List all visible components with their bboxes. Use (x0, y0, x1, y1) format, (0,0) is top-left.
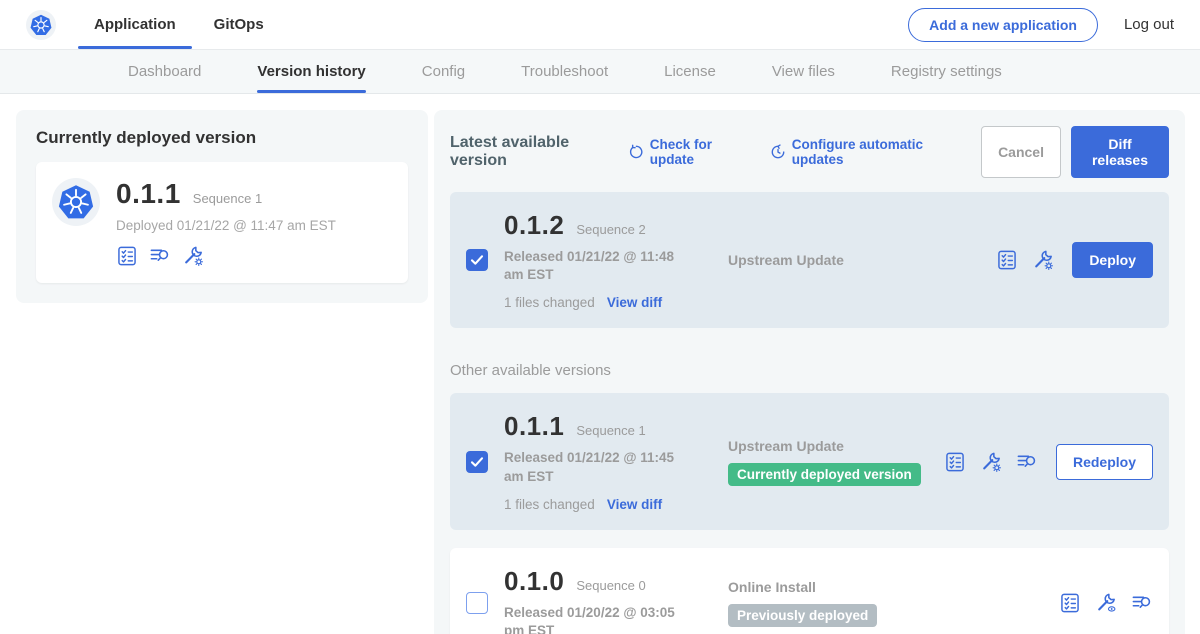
version-row-0-1-0: 0.1.0 Sequence 0 Released 01/20/22 @ 03:… (450, 548, 1169, 634)
currently-deployed-title: Currently deployed version (36, 128, 408, 148)
topnav-right: Add a new application Log out (908, 8, 1174, 42)
deploy-button[interactable]: Deploy (1072, 242, 1153, 278)
tab-view-files[interactable]: View files (772, 50, 835, 93)
version-number: 0.1.2 (504, 210, 564, 241)
view-files-icon[interactable] (1016, 451, 1038, 473)
released-timestamp: Released 01/21/22 @ 11:45 am EST (504, 449, 694, 485)
preflight-checks-icon[interactable] (944, 451, 966, 473)
edit-config-icon[interactable] (182, 245, 204, 267)
previously-deployed-badge: Previously deployed (728, 604, 877, 627)
tab-config[interactable]: Config (422, 50, 465, 93)
diff-releases-button[interactable]: Diff releases (1071, 126, 1169, 178)
deployed-version-card: 0.1.1 Sequence 1 Deployed 01/21/22 @ 11:… (36, 162, 408, 283)
version-sequence: Sequence 0 (576, 578, 645, 593)
section-tabs: Dashboard Version history Config Trouble… (0, 50, 1200, 94)
version-number: 0.1.0 (504, 566, 564, 597)
latest-available-title: Latest available version (450, 134, 614, 170)
redeploy-button[interactable]: Redeploy (1056, 444, 1153, 480)
available-header: Latest available version Check for updat… (450, 126, 1169, 178)
row-action-icons (996, 249, 1054, 271)
deployed-timestamp: Deployed 01/21/22 @ 11:47 am EST (116, 218, 336, 233)
view-diff-link[interactable]: View diff (607, 295, 662, 310)
check-for-update-link[interactable]: Check for update (628, 137, 748, 167)
view-files-icon[interactable] (1131, 592, 1153, 614)
files-changed-label: 1 files changed (504, 295, 595, 310)
tab-registry-settings[interactable]: Registry settings (891, 50, 1002, 93)
add-new-application-button[interactable]: Add a new application (908, 8, 1098, 42)
main-content: Currently deployed version 0.1.1 Sequenc… (0, 94, 1200, 634)
tab-application[interactable]: Application (94, 0, 176, 49)
version-row-0-1-2: 0.1.2 Sequence 2 Released 01/21/22 @ 11:… (450, 192, 1169, 328)
deployed-action-icons (116, 245, 336, 267)
version-sequence: Sequence 2 (576, 222, 645, 237)
released-timestamp: Released 01/20/22 @ 03:05 pm EST (504, 604, 694, 634)
tab-troubleshoot[interactable]: Troubleshoot (521, 50, 608, 93)
tab-dashboard[interactable]: Dashboard (128, 50, 201, 93)
version-source: Upstream Update (728, 252, 996, 268)
version-source: Upstream Update (728, 438, 944, 454)
view-files-icon[interactable] (149, 245, 171, 267)
deployed-version-number: 0.1.1 (116, 178, 181, 210)
released-timestamp: Released 01/21/22 @ 11:48 am EST (504, 248, 694, 284)
currently-deployed-badge: Currently deployed version (728, 463, 921, 486)
app-kubernetes-logo-icon (52, 178, 100, 226)
version-number: 0.1.1 (504, 411, 564, 442)
row-action-icons (1059, 592, 1153, 614)
app-tabs: Application GitOps (94, 0, 264, 49)
version-checkbox[interactable] (466, 249, 488, 271)
currently-deployed-panel: Currently deployed version 0.1.1 Sequenc… (16, 110, 428, 303)
version-checkbox[interactable] (466, 451, 488, 473)
version-row-0-1-1: 0.1.1 Sequence 1 Released 01/21/22 @ 11:… (450, 393, 1169, 529)
tab-license[interactable]: License (664, 50, 716, 93)
preflight-checks-icon[interactable] (116, 245, 138, 267)
kubernetes-logo-icon (26, 10, 56, 40)
version-source: Online Install (728, 579, 1059, 595)
configure-automatic-updates-link[interactable]: Configure automatic updates (770, 137, 959, 167)
refresh-icon (628, 144, 644, 160)
available-versions-panel: Latest available version Check for updat… (434, 110, 1185, 634)
version-sequence: Sequence 1 (576, 423, 645, 438)
header-buttons: Cancel Diff releases (981, 126, 1169, 178)
tab-version-history[interactable]: Version history (257, 50, 365, 93)
other-versions-title: Other available versions (450, 362, 1169, 379)
edit-config-icon[interactable] (980, 451, 1002, 473)
view-diff-link[interactable]: View diff (607, 497, 662, 512)
logout-button[interactable]: Log out (1124, 16, 1174, 33)
edit-config-icon[interactable] (1032, 249, 1054, 271)
version-checkbox[interactable] (466, 592, 488, 614)
top-navigation: Application GitOps Add a new application… (0, 0, 1200, 50)
preflight-checks-icon[interactable] (1059, 592, 1081, 614)
files-changed-label: 1 files changed (504, 497, 595, 512)
cancel-button[interactable]: Cancel (981, 126, 1061, 178)
tab-gitops[interactable]: GitOps (214, 0, 264, 49)
view-config-icon[interactable] (1095, 592, 1117, 614)
preflight-checks-icon[interactable] (996, 249, 1018, 271)
row-action-icons (944, 451, 1038, 473)
deployed-sequence: Sequence 1 (193, 191, 262, 206)
schedule-icon (770, 144, 786, 160)
